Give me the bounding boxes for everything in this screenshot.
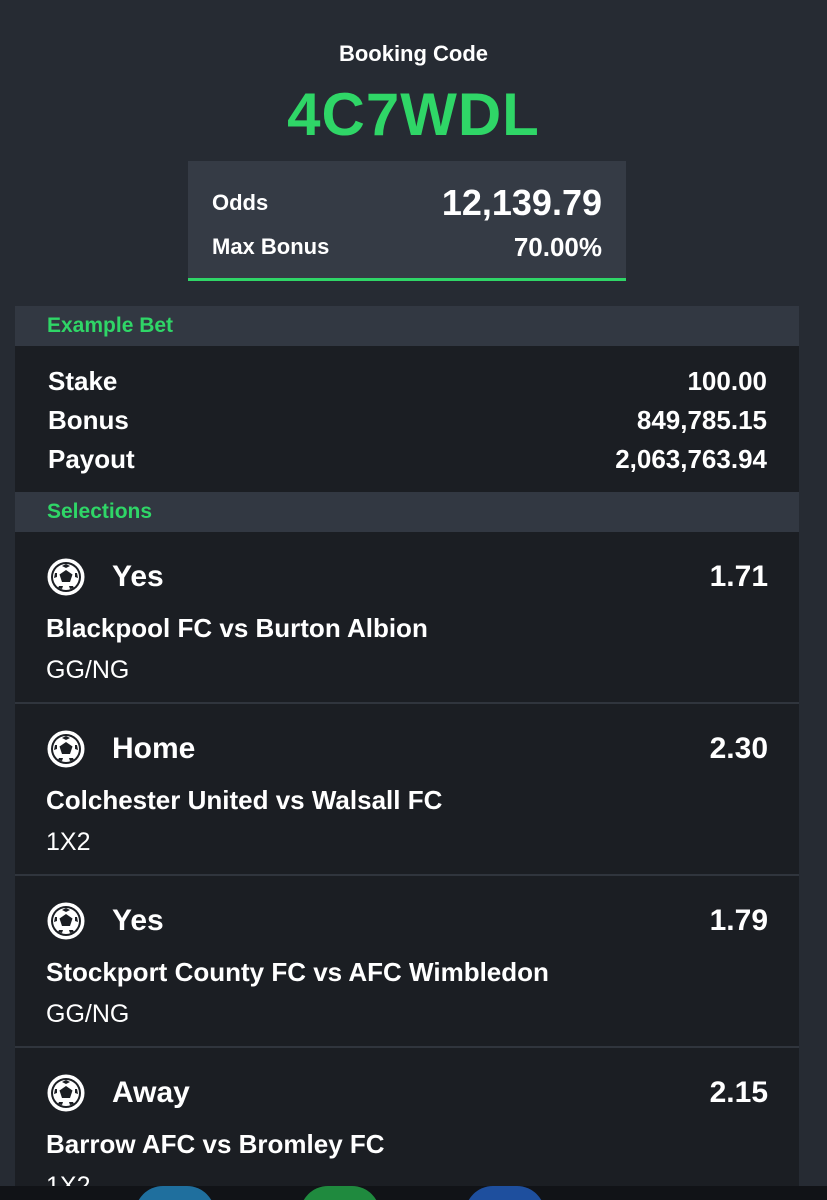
selection-match: Colchester United vs Walsall FC bbox=[46, 785, 443, 815]
max-bonus-value: 70.00% bbox=[513, 231, 602, 262]
soccer-ball-icon bbox=[47, 730, 85, 768]
selection-market: GG/NG bbox=[46, 656, 130, 684]
bonus-label: Bonus bbox=[48, 405, 129, 435]
bottom-action-button[interactable] bbox=[465, 1186, 545, 1200]
selection-odds: 1.71 bbox=[709, 560, 768, 593]
selection-pick: Yes bbox=[112, 560, 164, 593]
selection-item[interactable]: Yes 1.71 Blackpool FC vs Burton Albion G… bbox=[15, 532, 799, 704]
payout-row: Payout 2,063,763.94 bbox=[48, 440, 767, 479]
odds-label: Odds bbox=[212, 190, 269, 215]
max-bonus-label: Max Bonus bbox=[212, 234, 330, 259]
stake-row: Stake 100.00 bbox=[48, 362, 767, 401]
selection-match: Blackpool FC vs Burton Albion bbox=[46, 613, 428, 643]
selection-match: Barrow AFC vs Bromley FC bbox=[46, 1129, 385, 1159]
selection-pick: Yes bbox=[112, 904, 164, 937]
soccer-ball-icon bbox=[47, 902, 85, 940]
stake-value: 100.00 bbox=[687, 366, 767, 396]
selection-market: GG/NG bbox=[46, 1000, 130, 1028]
selections-header: Selections bbox=[15, 492, 799, 532]
selections-list: Yes 1.71 Blackpool FC vs Burton Albion G… bbox=[15, 532, 799, 1200]
payout-value: 2,063,763.94 bbox=[615, 444, 767, 474]
booking-header: Booking Code 4C7WDL bbox=[0, 0, 827, 150]
bonus-row: Bonus 849,785.15 bbox=[48, 401, 767, 440]
selection-pick: Away bbox=[112, 1076, 190, 1109]
selection-match: Stockport County FC vs AFC Wimbledon bbox=[46, 957, 549, 987]
selection-odds: 2.15 bbox=[709, 1076, 768, 1109]
example-bet-header: Example Bet bbox=[15, 306, 799, 346]
booking-code-page: Booking Code 4C7WDL Odds 12,139.79 Max B… bbox=[0, 0, 827, 1200]
bottom-action-bar bbox=[0, 1186, 827, 1200]
odds-summary-box: Odds 12,139.79 Max Bonus 70.00% bbox=[188, 161, 626, 281]
odds-value: 12,139.79 bbox=[441, 182, 602, 223]
booking-code-value[interactable]: 4C7WDL bbox=[0, 80, 827, 150]
stake-label: Stake bbox=[48, 366, 118, 396]
soccer-ball-icon bbox=[47, 1074, 85, 1112]
max-bonus-row: Max Bonus 70.00% bbox=[212, 229, 602, 265]
bonus-value: 849,785.15 bbox=[636, 405, 767, 435]
selection-item[interactable]: Away 2.15 Barrow AFC vs Bromley FC 1X2 bbox=[15, 1048, 799, 1200]
example-bet-card: Stake 100.00 Bonus 849,785.15 Payout 2,0… bbox=[15, 346, 799, 492]
selection-item[interactable]: Yes 1.79 Stockport County FC vs AFC Wimb… bbox=[15, 876, 799, 1048]
selection-market: 1X2 bbox=[46, 828, 91, 856]
selection-odds: 1.79 bbox=[709, 904, 768, 937]
odds-row: Odds 12,139.79 bbox=[212, 181, 602, 225]
bottom-action-button[interactable] bbox=[135, 1186, 215, 1200]
selection-odds: 2.30 bbox=[709, 732, 768, 765]
selection-pick: Home bbox=[112, 732, 196, 765]
payout-label: Payout bbox=[48, 444, 135, 474]
bottom-action-button[interactable] bbox=[300, 1186, 380, 1200]
booking-code-label: Booking Code bbox=[338, 41, 489, 66]
selection-item[interactable]: Home 2.30 Colchester United vs Walsall F… bbox=[15, 704, 799, 876]
soccer-ball-icon bbox=[47, 558, 85, 596]
